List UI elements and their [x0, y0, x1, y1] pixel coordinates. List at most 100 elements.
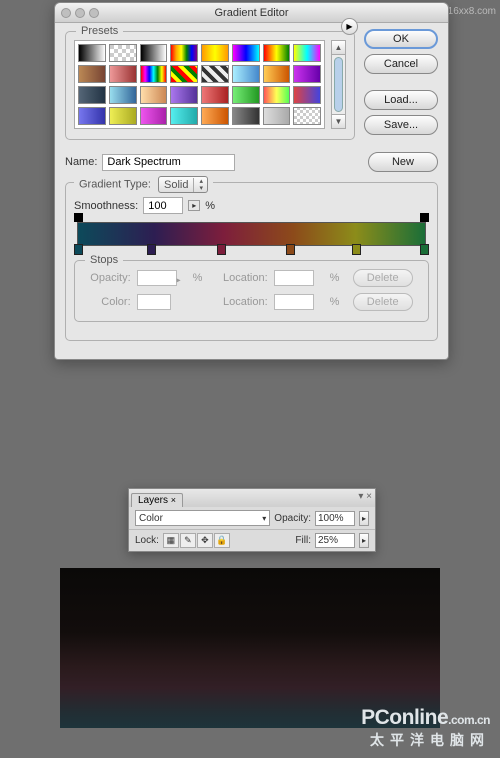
- preset-swatch[interactable]: [140, 44, 168, 62]
- layers-panel: Layers × ▾ × Color▾ Opacity: 100% ▸ Lock…: [128, 488, 376, 552]
- save-button[interactable]: Save...: [364, 115, 438, 135]
- preset-swatch[interactable]: [140, 65, 168, 83]
- preset-swatch[interactable]: [232, 65, 260, 83]
- opacity-stop[interactable]: [420, 213, 429, 222]
- preset-swatch[interactable]: [263, 107, 291, 125]
- layers-tab[interactable]: Layers ×: [131, 493, 183, 507]
- preset-swatch[interactable]: [293, 107, 321, 125]
- preset-swatch[interactable]: [170, 65, 198, 83]
- stop-color-well: [137, 294, 171, 310]
- preset-swatch[interactable]: [232, 44, 260, 62]
- opacity-stop[interactable]: [74, 213, 83, 222]
- new-button[interactable]: New: [368, 152, 438, 172]
- watermark-bottom: PConline.com.cn 太平洋电脑网: [361, 706, 490, 750]
- opacity-stepper-icon[interactable]: ▸: [359, 511, 369, 526]
- gradient-editor-dialog: Gradient Editor OK Cancel Load... Save..…: [54, 2, 449, 360]
- smoothness-label: Smoothness:: [74, 200, 138, 212]
- layers-tabbar: Layers × ▾ ×: [129, 489, 375, 507]
- smoothness-input[interactable]: [143, 197, 183, 214]
- preset-swatch[interactable]: [78, 86, 106, 104]
- location-label: Location:: [216, 272, 268, 284]
- preset-swatch[interactable]: [78, 107, 106, 125]
- gradient-type-label: Gradient Type:: [79, 179, 151, 191]
- location-label: Location:: [216, 296, 268, 308]
- presets-menu-icon[interactable]: ▶: [341, 18, 358, 35]
- dialog-titlebar[interactable]: Gradient Editor: [55, 3, 448, 23]
- scroll-up-icon[interactable]: ▲: [332, 41, 345, 55]
- preset-swatch[interactable]: [140, 107, 168, 125]
- blend-mode-value: Color: [139, 513, 163, 524]
- presets-legend: Presets: [76, 25, 123, 37]
- cancel-button[interactable]: Cancel: [364, 54, 438, 74]
- preset-swatch[interactable]: [293, 44, 321, 62]
- dialog-title: Gradient Editor: [215, 7, 289, 19]
- preset-swatch[interactable]: [109, 44, 137, 62]
- preset-swatch[interactable]: [170, 44, 198, 62]
- fill-stepper-icon[interactable]: ▸: [359, 533, 369, 548]
- fill-label: Fill:: [295, 535, 311, 546]
- stop-location-input: [274, 270, 314, 286]
- gradient-type-select[interactable]: Solid ▴▾: [158, 176, 208, 193]
- location-unit: %: [330, 272, 347, 284]
- layer-fill-input[interactable]: 25%: [315, 533, 355, 548]
- close-tab-icon[interactable]: ×: [171, 495, 176, 505]
- color-stop[interactable]: [420, 244, 429, 255]
- preset-swatch[interactable]: [109, 65, 137, 83]
- layer-opacity-input[interactable]: 100%: [315, 511, 355, 526]
- name-label: Name:: [65, 156, 97, 168]
- location-unit: %: [330, 296, 347, 308]
- lock-all-icon[interactable]: 🔒: [214, 533, 230, 548]
- preset-swatch[interactable]: [201, 44, 229, 62]
- panel-menu-icon[interactable]: ▾ ×: [358, 491, 372, 502]
- color-stop[interactable]: [147, 244, 156, 255]
- lock-transparency-icon[interactable]: ▦: [163, 533, 179, 548]
- lock-label: Lock:: [135, 535, 159, 546]
- presets-grid[interactable]: [74, 40, 325, 129]
- preset-swatch[interactable]: [78, 44, 106, 62]
- color-stop[interactable]: [286, 244, 295, 255]
- color-label: Color:: [83, 296, 131, 308]
- preset-swatch[interactable]: [109, 86, 137, 104]
- delete-color-stop-button: Delete: [353, 293, 413, 311]
- color-stop[interactable]: [74, 244, 83, 255]
- traffic-lights[interactable]: [61, 8, 99, 18]
- preset-swatch[interactable]: [293, 65, 321, 83]
- lock-position-icon[interactable]: ✥: [197, 533, 213, 548]
- color-stop[interactable]: [217, 244, 226, 255]
- color-stop[interactable]: [352, 244, 361, 255]
- preset-swatch[interactable]: [293, 86, 321, 104]
- gradient-name-input[interactable]: [102, 154, 235, 171]
- preset-swatch[interactable]: [78, 65, 106, 83]
- preset-swatch[interactable]: [170, 107, 198, 125]
- opacity-unit: %: [193, 272, 210, 284]
- lock-pixels-icon[interactable]: ✎: [180, 533, 196, 548]
- preset-swatch[interactable]: [232, 107, 260, 125]
- delete-opacity-stop-button: Delete: [353, 269, 413, 287]
- presets-scrollbar[interactable]: ▲ ▼: [331, 40, 346, 129]
- gradient-preview-bar[interactable]: [77, 222, 426, 246]
- stop-location-input: [274, 294, 314, 310]
- preset-swatch[interactable]: [201, 86, 229, 104]
- dropdown-arrows-icon: ▴▾: [193, 178, 207, 192]
- canvas-preview: [60, 568, 440, 728]
- preset-swatch[interactable]: [263, 44, 291, 62]
- load-button[interactable]: Load...: [364, 90, 438, 110]
- blend-mode-select[interactable]: Color ▾: [135, 510, 270, 526]
- preset-swatch[interactable]: [232, 86, 260, 104]
- preset-swatch[interactable]: [201, 65, 229, 83]
- preset-swatch[interactable]: [201, 107, 229, 125]
- scroll-down-icon[interactable]: ▼: [332, 114, 345, 128]
- preset-swatch[interactable]: [140, 86, 168, 104]
- preset-swatch[interactable]: [263, 86, 291, 104]
- gradient-type-value: Solid: [159, 179, 193, 191]
- stepper-icon: ▸: [177, 276, 181, 285]
- preset-swatch[interactable]: [170, 86, 198, 104]
- ok-button[interactable]: OK: [364, 29, 438, 49]
- preset-swatch[interactable]: [109, 107, 137, 125]
- scroll-thumb[interactable]: [334, 57, 343, 112]
- smoothness-unit: %: [205, 200, 215, 212]
- preset-swatch[interactable]: [263, 65, 291, 83]
- dropdown-icon: ▾: [262, 514, 266, 523]
- opacity-label: Opacity:: [83, 272, 131, 284]
- smoothness-stepper-icon[interactable]: ▸: [188, 200, 200, 211]
